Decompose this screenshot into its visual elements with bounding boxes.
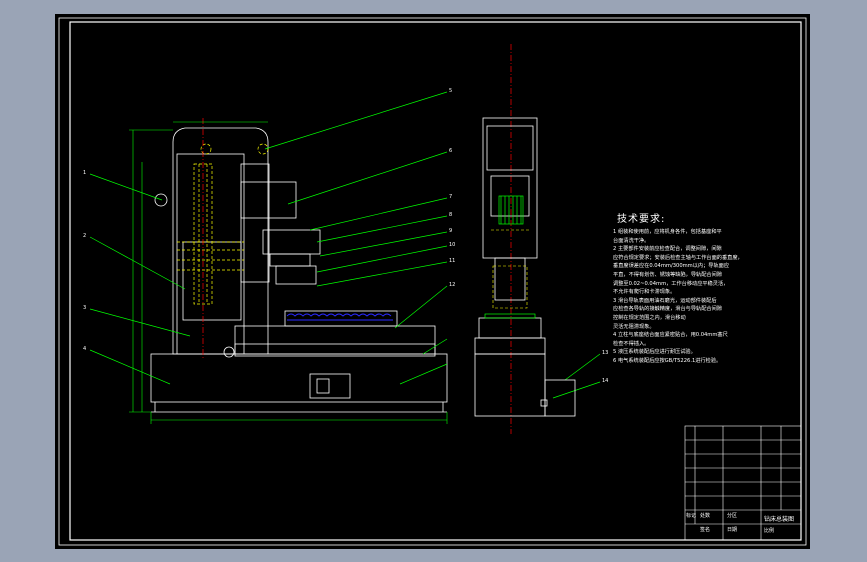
note-line: 灵活无阻滞现象。 <box>613 323 655 330</box>
leader-1 <box>89 173 163 201</box>
front-hidden-lines <box>177 143 269 305</box>
note-line: 控制在规定范围之内，滑台移动 <box>613 314 686 321</box>
side-spindle-box <box>494 257 526 301</box>
technical-requirements: 技术要求: 1 组装和使用前，应将机身各件，包括基座和平 台面清洗干净。 2 主… <box>613 210 813 366</box>
multi-spindle-box <box>269 253 311 267</box>
hydraulic-tank <box>544 379 576 417</box>
balloon-5: 5 <box>449 88 452 94</box>
hidden-pulley-top <box>200 143 212 155</box>
note-line: 5 液压系统装配后应进行耐压试验。 <box>613 349 696 356</box>
leader-5 <box>264 91 448 150</box>
side-base <box>474 353 546 417</box>
tb-label-zone: 分区 <box>727 513 738 519</box>
note-line: 4 立柱与底座结合面应紧密贴合，用0.04mm塞尺 <box>613 332 728 339</box>
leader-6 <box>287 151 448 205</box>
side-hidden <box>491 229 529 309</box>
balloon-11: 11 <box>449 258 455 264</box>
balloon-4: 4 <box>83 346 86 352</box>
note-line: 应检查各导轨的接触精度，滑台与导轨配合间隙 <box>613 306 722 313</box>
side-hidden-spindles <box>492 265 528 309</box>
note-line: 1 组装和使用前，应将机身各件，包括基座和平 <box>613 229 722 235</box>
centerlines <box>202 44 512 434</box>
note-line: 不允许有爬行和卡滞现象。 <box>613 289 676 296</box>
note-line: 垂直度误差应在0.04mm/300mm以内；导轨面应 <box>613 263 730 270</box>
balloon-10: 10 <box>449 242 455 248</box>
work-table <box>284 310 398 327</box>
workpiece-clamps <box>286 313 392 317</box>
leader-15 <box>564 353 601 381</box>
hidden-pulley-right <box>257 143 269 155</box>
leader-14 <box>399 363 448 385</box>
gear-housing <box>240 181 297 219</box>
side-saddle <box>474 337 546 355</box>
leader-11 <box>316 261 448 287</box>
leader-16 <box>552 381 601 399</box>
notes-title: 技术要求: <box>617 214 666 225</box>
leader-8 <box>316 215 448 243</box>
balloon-8: 8 <box>449 212 452 218</box>
leader-10 <box>316 245 448 273</box>
tb-label-mark: 标记 <box>686 513 697 519</box>
side-motor-housing <box>486 125 534 171</box>
control-display <box>316 378 330 394</box>
column-inner <box>176 153 245 355</box>
leader-7 <box>309 197 448 231</box>
note-line: 台面清洗干净。 <box>613 237 650 244</box>
balloon-3: 3 <box>83 305 86 311</box>
tb-label-count: 处数 <box>700 513 711 519</box>
note-line: 平直，不得有划伤、锈蚀等缺陷，导轨配合间隙 <box>613 271 722 278</box>
balloon-1: 1 <box>83 170 86 176</box>
front-parts <box>286 313 393 321</box>
note-line: 3 滑台导轨表面用油石磨光，运动部件装配后 <box>613 297 717 304</box>
leader-4 <box>89 349 171 385</box>
leader-2 <box>89 236 186 290</box>
leader-12 <box>394 285 448 329</box>
machine-base <box>150 353 448 403</box>
note-line: 6 电气系统装配后应按GB/T5226.1进行检验。 <box>613 357 722 364</box>
tb-label-signature: 签名 <box>700 527 711 533</box>
slide-table <box>234 325 436 355</box>
balloon-7: 7 <box>449 194 452 200</box>
note-line: 2 主要部件安装前应检查配合，调整间隙，间隙 <box>613 246 722 253</box>
side-slide-table <box>478 317 542 339</box>
leaders <box>89 91 601 399</box>
tank-valve <box>540 399 548 407</box>
balloon-2: 2 <box>83 233 86 239</box>
leader-3 <box>89 308 191 337</box>
balloon-6: 6 <box>449 148 452 154</box>
tb-label-date: 日期 <box>727 527 738 533</box>
side-clamp <box>484 313 536 319</box>
leader-9 <box>319 231 448 257</box>
balloon-12: 12 <box>449 282 455 288</box>
column-bolt <box>223 346 235 358</box>
balloon-9: 9 <box>449 228 452 234</box>
drill-holder <box>275 265 317 285</box>
tb-scale-label: 比例 <box>764 528 775 534</box>
spindle-head <box>262 229 321 255</box>
note-line: 调整至0.02~0.04mm，工作台移动应平稳灵活， <box>613 280 729 287</box>
balloon-13: 13 <box>602 350 608 356</box>
note-line: 检查不得插入。 <box>613 340 650 347</box>
drawing-canvas: 1 2 3 4 5 6 7 8 9 10 11 12 13 14 技术要求: 1… <box>55 14 810 549</box>
balloon-14: 14 <box>602 378 608 384</box>
tb-caption: 钻床总装图 <box>764 516 795 523</box>
control-panel <box>309 373 351 399</box>
note-line: 应符合规定要求；安装后检查主轴与工作台面的垂直度， <box>613 254 743 261</box>
side-view <box>474 117 576 417</box>
